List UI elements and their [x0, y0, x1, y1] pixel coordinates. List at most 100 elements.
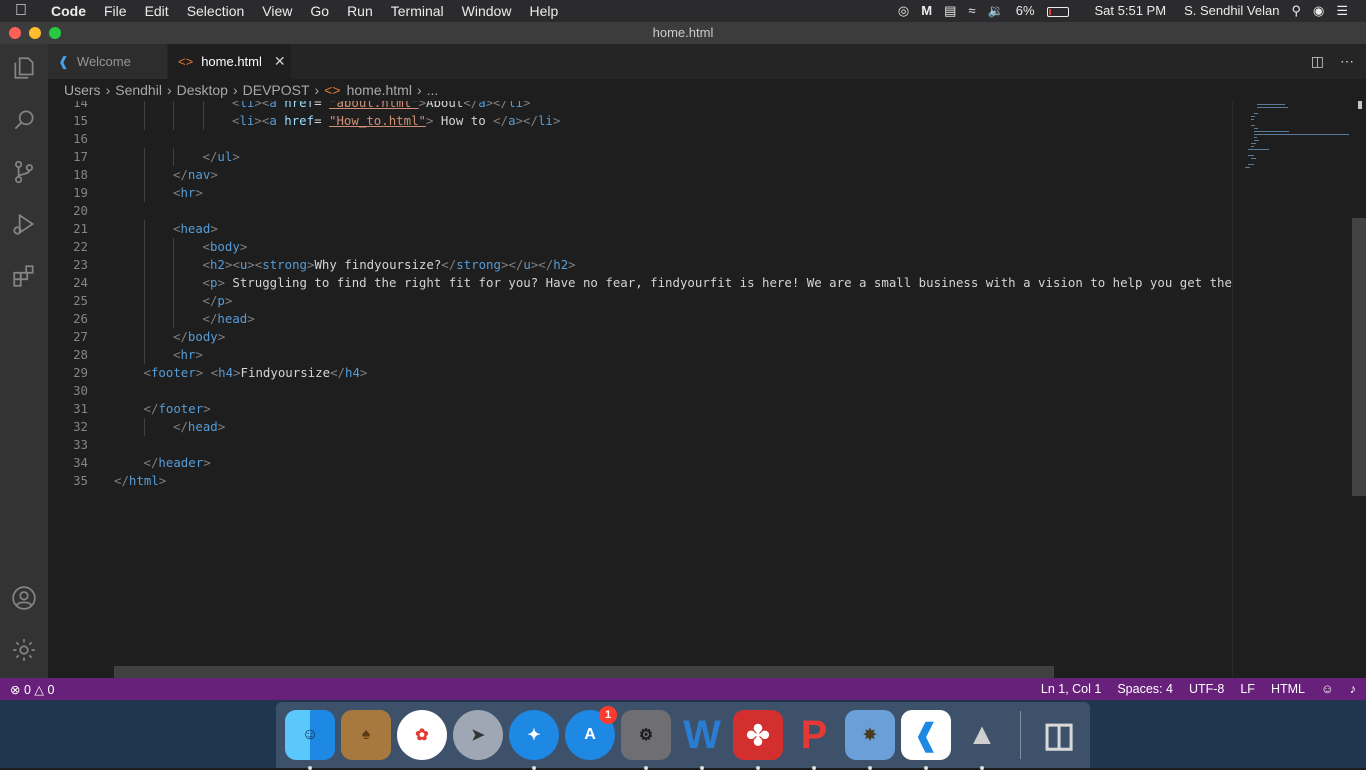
code-line[interactable]: 21 <head>	[48, 220, 1232, 238]
battery-percent[interactable]: 6%	[1010, 0, 1041, 22]
menu-edit[interactable]: Edit	[136, 0, 178, 22]
menu-run[interactable]: Run	[338, 0, 382, 22]
system-preferences-icon[interactable]: ⚙	[621, 710, 671, 770]
code-line[interactable]: 19 <hr>	[48, 184, 1232, 202]
code-line[interactable]: 32 </head>	[48, 418, 1232, 436]
breadcrumb-item[interactable]: DEVPOST	[243, 82, 310, 98]
menu-file[interactable]: File	[95, 0, 136, 22]
minimap[interactable]	[1232, 101, 1352, 678]
indentation[interactable]: Spaces: 4	[1117, 682, 1173, 696]
zoom-window-button[interactable]	[49, 27, 61, 39]
breadcrumb-item[interactable]: ...	[427, 82, 439, 98]
user-name[interactable]: S. Sendhil Velan	[1178, 0, 1285, 22]
code-line[interactable]: 25 </p>	[48, 292, 1232, 310]
code-line[interactable]: 34 </header>	[48, 454, 1232, 472]
line-number: 22	[73, 239, 88, 254]
spotlight-search-icon[interactable]: ⚲	[1285, 0, 1307, 22]
search-icon[interactable]	[0, 96, 48, 144]
explorer-icon[interactable]	[0, 44, 48, 92]
code-line[interactable]: 22 <body>	[48, 238, 1232, 256]
menu-selection[interactable]: Selection	[178, 0, 254, 22]
preview-icon[interactable]: ✸	[845, 710, 895, 770]
siri-icon[interactable]: ◉	[1307, 0, 1330, 22]
launchpad-icon[interactable]: ➤	[453, 710, 503, 760]
close-window-button[interactable]	[9, 27, 21, 39]
menu-view[interactable]: View	[253, 0, 301, 22]
menu-help[interactable]: Help	[520, 0, 567, 22]
acrobat-icon[interactable]: ✤	[733, 710, 783, 770]
creative-cloud-icon[interactable]: ◎	[892, 0, 915, 22]
code-line[interactable]: 16	[48, 130, 1232, 148]
code-line[interactable]: 28 <hr>	[48, 346, 1232, 364]
code-line[interactable]: 18 </nav>	[48, 166, 1232, 184]
tab-home-html[interactable]: <> home.html ✕	[168, 44, 292, 79]
vertical-scrollbar-thumb[interactable]	[1352, 218, 1366, 496]
breadcrumb-item[interactable]: Users	[64, 82, 101, 98]
code-line[interactable]: 15 <li><a href= "How_to.html"> How to </a…	[48, 112, 1232, 130]
code-line[interactable]: 33	[48, 436, 1232, 454]
encoding[interactable]: UTF-8	[1189, 682, 1224, 696]
minimap-line	[1251, 143, 1256, 144]
minimize-window-button[interactable]	[29, 27, 41, 39]
more-actions-icon[interactable]: ⋯	[1340, 53, 1354, 70]
code-line[interactable]: 23 <h2><u><strong>Why findyoursize?</stro…	[48, 256, 1232, 274]
photos-icon[interactable]: ✿	[397, 710, 447, 760]
finder-icon[interactable]: ☺	[285, 710, 335, 770]
malwarebytes-icon[interactable]: M	[915, 0, 938, 22]
apple-menu-icon[interactable]: 	[0, 2, 42, 20]
close-tab-icon[interactable]: ✕	[274, 53, 286, 70]
breadcrumb-item[interactable]: Desktop	[177, 82, 228, 98]
notifications-bell-icon[interactable]: ♪	[1350, 682, 1356, 696]
line-content: </footer>	[144, 400, 211, 418]
code-line[interactable]: 14 <li><a href= "about.html">About</a></l…	[48, 101, 1232, 112]
contacts-icon[interactable]: ♠	[341, 710, 391, 760]
code-line[interactable]: 30	[48, 382, 1232, 400]
menu-app-name[interactable]: Code	[42, 0, 95, 22]
code-line[interactable]: 31 </footer>	[48, 400, 1232, 418]
menu-window[interactable]: Window	[453, 0, 521, 22]
code-line[interactable]: 17 </ul>	[48, 148, 1232, 166]
settings-gear-icon[interactable]	[0, 626, 48, 674]
tab-welcome[interactable]: ❰ Welcome	[48, 44, 168, 79]
cursor-position[interactable]: Ln 1, Col 1	[1041, 682, 1101, 696]
vscode-icon[interactable]: ❰	[901, 710, 951, 770]
code-token: Findyoursize	[240, 365, 331, 380]
trash-icon[interactable]: ◫	[1034, 710, 1084, 760]
wifi-icon[interactable]: ≈	[962, 0, 981, 22]
battery-icon[interactable]	[1041, 0, 1075, 22]
end-of-line[interactable]: LF	[1240, 682, 1255, 696]
notification-center-icon[interactable]: ☰	[1330, 0, 1354, 22]
volume-icon[interactable]: 🔉	[982, 0, 1010, 22]
word-icon[interactable]: W	[677, 710, 727, 770]
code-line[interactable]: 29 <footer> <h4>Findyoursize</h4>	[48, 364, 1232, 382]
horizontal-scrollbar[interactable]	[114, 666, 1054, 678]
powerpoint-icon[interactable]: P	[789, 710, 839, 770]
breadcrumb-item[interactable]: Sendhil	[115, 82, 162, 98]
app-store-icon[interactable]: A1	[565, 706, 617, 760]
line-number: 17	[73, 149, 88, 164]
notes-stack-icon[interactable]: ▤	[938, 0, 962, 22]
clock[interactable]: Sat 5:51 PM	[1089, 0, 1173, 22]
accounts-icon[interactable]	[0, 574, 48, 622]
code-token: >	[254, 113, 262, 128]
menu-go[interactable]: Go	[301, 0, 338, 22]
code-line[interactable]: 20	[48, 202, 1232, 220]
feedback-icon[interactable]: ☺	[1321, 682, 1334, 696]
menu-terminal[interactable]: Terminal	[382, 0, 453, 22]
code-line[interactable]: 26 </head>	[48, 310, 1232, 328]
extensions-icon[interactable]	[0, 252, 48, 300]
code-line[interactable]: 24 <p> Struggling to find the right fit f…	[48, 274, 1232, 292]
code-editor[interactable]: 14 <li><a href= "about.html">About</a></l…	[48, 101, 1232, 678]
code-line[interactable]: 27 </body>	[48, 328, 1232, 346]
rocket-icon[interactable]: ▲	[957, 710, 1007, 770]
code-token: >	[359, 365, 368, 380]
source-control-icon[interactable]	[0, 148, 48, 196]
language-mode[interactable]: HTML	[1271, 682, 1305, 696]
problems-indicator[interactable]: ⊗ 0 △ 0	[10, 682, 54, 697]
code-line[interactable]: 35 </html>	[48, 472, 1232, 490]
breadcrumb-item[interactable]: home.html	[347, 82, 412, 98]
minimap-line	[1251, 119, 1254, 120]
split-editor-icon[interactable]: ◫	[1311, 53, 1324, 70]
safari-icon[interactable]: ✦	[509, 710, 559, 770]
run-debug-icon[interactable]	[0, 200, 48, 248]
